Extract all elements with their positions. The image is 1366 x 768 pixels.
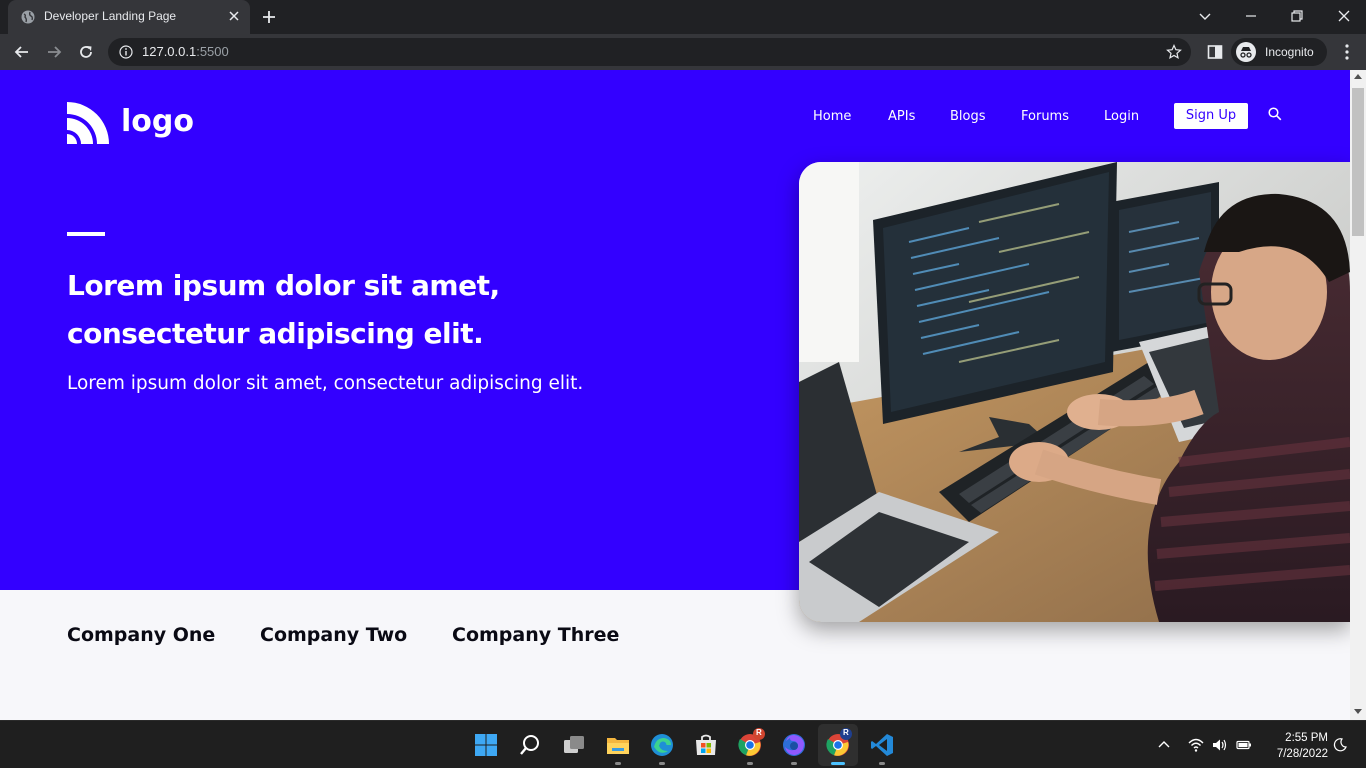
url-host: 127.0.0.1: [142, 44, 197, 59]
page-scrollbar[interactable]: [1350, 70, 1366, 720]
windows-start-icon[interactable]: [474, 733, 498, 757]
nav-forums[interactable]: Forums: [1021, 109, 1069, 124]
clock-time: 2:55 PM: [1285, 732, 1328, 744]
url-port: :5500: [196, 44, 229, 59]
nav-apis[interactable]: APIs: [888, 109, 915, 124]
bookmark-star-icon[interactable]: [1166, 44, 1182, 60]
url-text: 127.0.0.1:5500: [142, 44, 229, 59]
chrome-profile-running-indicator: [747, 762, 753, 765]
logo-text: logo: [121, 104, 194, 139]
nav-blogs[interactable]: Blogs: [950, 109, 986, 124]
clock-date: 7/28/2022: [1276, 748, 1328, 760]
company-logo-two: Company Two: [260, 624, 408, 646]
browser-tab-active[interactable]: Developer Landing Page: [8, 0, 250, 34]
company-logo-one: Company One: [67, 624, 216, 646]
scroll-up-arrow-icon[interactable]: [1354, 74, 1362, 79]
address-bar[interactable]: 127.0.0.1:5500: [108, 38, 1191, 66]
file-explorer-icon[interactable]: [606, 733, 630, 757]
nav-login[interactable]: Login: [1104, 109, 1139, 124]
hero-headline-line-1: Lorem ipsum dolor sit amet,: [67, 269, 500, 302]
developer-photo-illustration: [799, 162, 1350, 622]
restore-icon[interactable]: [1287, 6, 1307, 26]
logo-mark-icon: [67, 102, 109, 144]
new-tab-icon[interactable]: [261, 9, 277, 25]
notification-moon-icon[interactable]: [1332, 737, 1348, 753]
incognito-icon: [1236, 42, 1256, 62]
system-clock[interactable]: 2:55 PM 7/28/2022: [1262, 730, 1328, 762]
reload-icon[interactable]: [76, 42, 96, 62]
search-taskbar-icon[interactable]: [518, 733, 542, 757]
globe-icon: [21, 10, 35, 24]
close-tab-icon[interactable]: [226, 8, 242, 24]
close-window-icon[interactable]: [1334, 6, 1354, 26]
minimize-icon[interactable]: [1241, 6, 1261, 26]
browser-tab-strip: Developer Landing Page: [0, 0, 1366, 34]
chevron-up-icon[interactable]: [1156, 737, 1172, 753]
tab-search-chevron-icon[interactable]: [1195, 6, 1215, 26]
task-view-icon[interactable]: [562, 733, 586, 757]
battery-icon[interactable]: [1236, 737, 1252, 753]
browser-menu-icon[interactable]: [1337, 42, 1357, 62]
tab-title: Developer Landing Page: [44, 9, 177, 23]
back-arrow-icon[interactable]: [12, 42, 32, 62]
company-logo-three: Company Three: [452, 624, 620, 646]
vscode-running-indicator: [879, 762, 885, 765]
search-icon[interactable]: [1268, 107, 1282, 121]
page-viewport: logo Home APIs Blogs Forums Login Sign U…: [0, 70, 1350, 720]
scrollbar-thumb[interactable]: [1352, 88, 1364, 236]
edge-running-indicator: [659, 762, 665, 765]
windows-taskbar: R R 2:55 PM 7/28/2022: [0, 720, 1366, 768]
hero-image-developer-at-computer: [799, 162, 1350, 622]
volume-icon[interactable]: [1212, 737, 1228, 753]
scroll-down-arrow-icon[interactable]: [1354, 709, 1362, 714]
incognito-profile-button[interactable]: Incognito: [1231, 38, 1327, 66]
browser-toolbar: 127.0.0.1:5500 Incognito: [0, 34, 1366, 70]
headline-accent-divider: [67, 232, 105, 236]
hero-headline: Lorem ipsum dolor sit amet, consectetur …: [67, 262, 627, 358]
incognito-label: Incognito: [1265, 45, 1314, 59]
nav-home[interactable]: Home: [813, 109, 851, 124]
hero-headline-line-2: consectetur adipiscing elit.: [67, 317, 484, 350]
profile-badge-letter: R: [756, 728, 762, 737]
hero-subheadline: Lorem ipsum dolor sit amet, consectetur …: [67, 373, 584, 394]
wifi-icon[interactable]: [1188, 737, 1204, 753]
active-profile-badge-letter: R: [843, 728, 849, 737]
file-explorer-running-indicator: [615, 762, 621, 765]
edge-icon[interactable]: [650, 733, 674, 757]
site-info-icon[interactable]: [119, 45, 133, 59]
active-app-indicator: [831, 762, 845, 765]
microsoft-store-icon[interactable]: [694, 733, 718, 757]
firefox-running-indicator: [791, 762, 797, 765]
side-panel-icon[interactable]: [1205, 42, 1225, 62]
site-logo[interactable]: logo: [67, 102, 197, 146]
vscode-icon[interactable]: [870, 733, 894, 757]
firefox-icon[interactable]: [782, 733, 806, 757]
sign-up-button[interactable]: Sign Up: [1174, 103, 1248, 129]
forward-arrow-icon[interactable]: [44, 42, 64, 62]
